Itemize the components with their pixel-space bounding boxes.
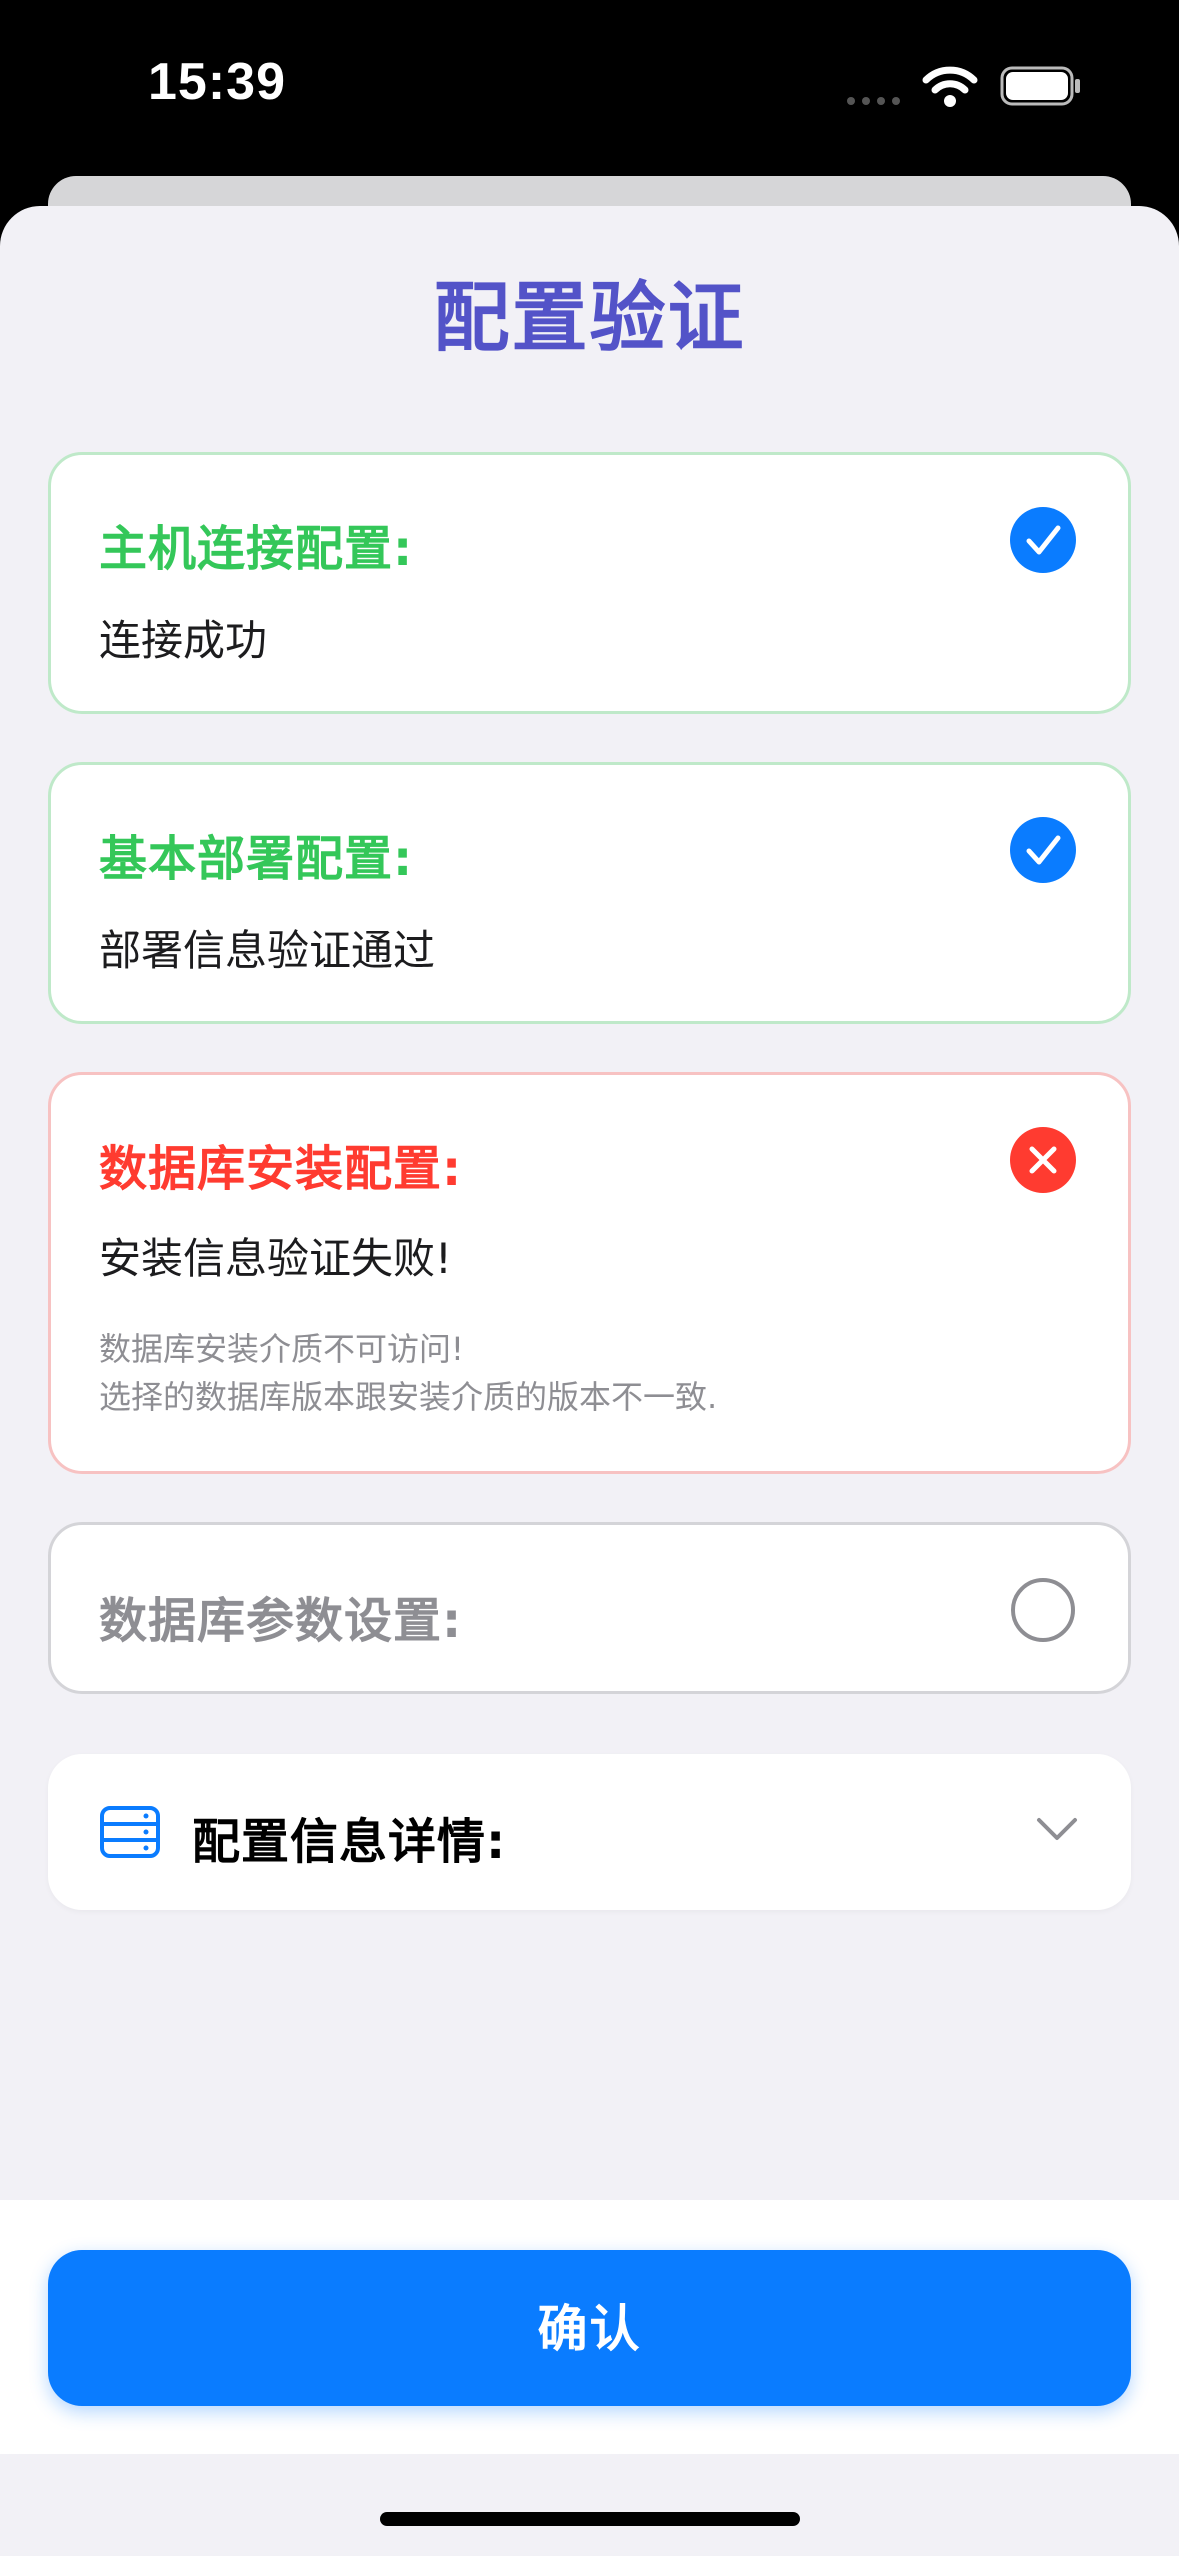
battery-icon (1000, 66, 1080, 106)
app-screen: 15:39 配置验证 主机连接配置: 连接成功 基本部署配置: 部署信息验证通过… (0, 0, 1179, 2556)
error-detail-line: 数据库安装介质不可访问! (99, 1330, 464, 1368)
status-bar: 15:39 (0, 0, 1179, 175)
server-icon (100, 1806, 160, 1858)
card-title: 数据库参数设置: (99, 1593, 463, 1649)
database-install-card: 数据库安装配置: 安装信息验证失败! 数据库安装介质不可访问! 选择的数据库版本… (48, 1072, 1131, 1474)
confirm-button[interactable]: 确认 (48, 2250, 1131, 2406)
bottom-action-bar: 确认 (0, 2200, 1179, 2454)
card-message: 连接成功 (99, 616, 268, 665)
host-connection-card: 主机连接配置: 连接成功 (48, 452, 1131, 714)
database-params-card: 数据库参数设置: (48, 1522, 1131, 1694)
empty-circle-icon (1011, 1578, 1075, 1642)
card-title: 主机连接配置: (99, 521, 414, 577)
basic-deployment-card: 基本部署配置: 部署信息验证通过 (48, 762, 1131, 1024)
check-circle-icon (1010, 817, 1076, 883)
card-message: 安装信息验证失败! (99, 1234, 452, 1283)
details-label: 配置信息详情: (192, 1814, 507, 1870)
error-detail-line: 选择的数据库版本跟安装介质的版本不一致. (99, 1378, 718, 1416)
check-circle-icon (1010, 507, 1076, 573)
page-title: 配置验证 (433, 273, 746, 362)
card-message: 部署信息验证通过 (99, 926, 436, 975)
config-details-expander[interactable]: 配置信息详情: (48, 1754, 1131, 1910)
card-title: 基本部署配置: (99, 831, 414, 887)
home-indicator[interactable] (380, 2512, 800, 2526)
chevron-down-icon[interactable] (1035, 1814, 1079, 1844)
card-title: 数据库安装配置: (99, 1141, 463, 1197)
wifi-icon (922, 66, 978, 107)
status-time: 15:39 (148, 53, 286, 111)
cellular-signal-icon (847, 97, 900, 105)
x-circle-icon (1010, 1127, 1076, 1193)
